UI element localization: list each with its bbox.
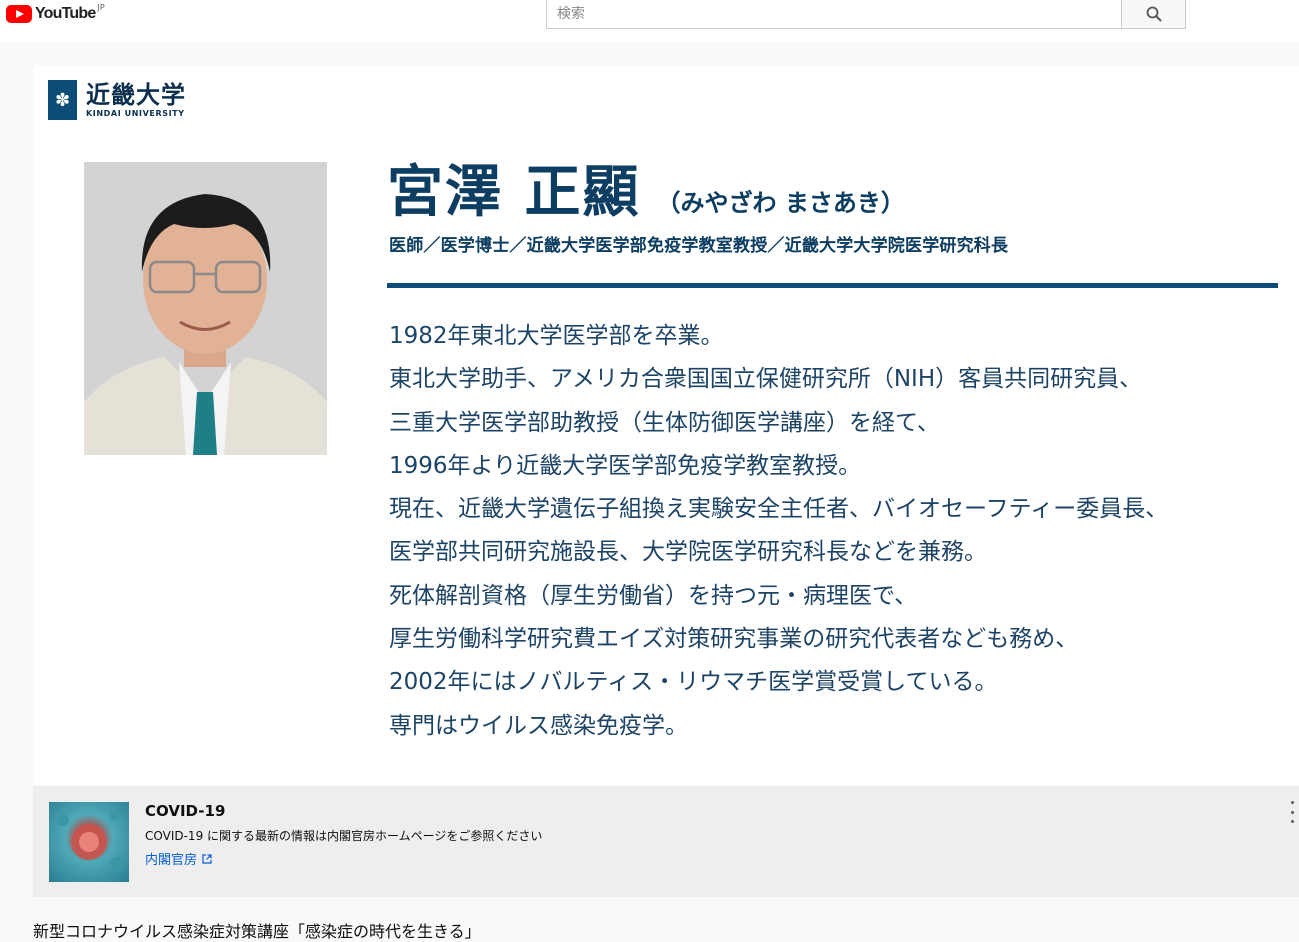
search-input[interactable] xyxy=(547,0,1121,28)
university-name-jp: 近畿大学 xyxy=(86,81,186,109)
lecturer-titles: 医師／医学博士／近畿大学医学部免疫学教室教授／近畿大学大学院医学研究科長 xyxy=(389,236,1009,256)
kindai-flower-icon: ✽ xyxy=(48,80,77,120)
external-link-icon xyxy=(202,853,212,864)
video-title: 新型コロナウイルス感染症対策講座「感染症の時代を生きる」 xyxy=(33,922,481,941)
info-link-label: 内閣官房 xyxy=(145,853,198,868)
youtube-play-icon xyxy=(6,5,32,23)
bio-line: 1982年東北大学医学部を卒業。 xyxy=(389,323,724,349)
bio-line: 東北大学助手、アメリカ合衆国国立保健研究所（NIH）客員共同研究員、 xyxy=(389,366,1143,393)
university-name-en: KINDAI UNIVERSITY xyxy=(86,109,185,118)
region-code: JP xyxy=(97,3,105,12)
lecturer-name: 宮澤 正顯 xyxy=(387,160,641,225)
lecturer-name-kana: （みやざわ まさあき） xyxy=(656,189,905,217)
bio-line: 専門はウイルス感染免疫学。 xyxy=(389,712,688,739)
bio-line: 医学部共同研究施設長、大学院医学研究科長などを兼務。 xyxy=(389,539,987,566)
lecturer-bio: 1982年東北大学医学部を卒業。 東北大学助手、アメリカ合衆国国立保健研究所（N… xyxy=(389,315,1294,748)
bio-line: 三重大学医学部助教授（生体防御医学講座）を経て、 xyxy=(389,409,940,436)
covid-info-panel: COVID-19 COVID-19 に関する最新の情報は内閣官房ホームページをご… xyxy=(33,786,1299,897)
lecturer-name-heading: 宮澤 正顯 （みやざわ まさあき） xyxy=(387,161,905,225)
bio-line: 1996年より近畿大学医学部免疫学教室教授。 xyxy=(389,452,862,479)
search-icon xyxy=(1146,6,1162,22)
search-button[interactable] xyxy=(1121,0,1186,29)
bio-line: 死体解剖資格（厚生労働省）を持つ元・病理医で、 xyxy=(389,582,918,609)
lecturer-photo xyxy=(84,162,327,455)
virus-thumbnail xyxy=(49,802,129,882)
more-options-icon[interactable] xyxy=(1288,801,1296,823)
bio-line: 現在、近畿大学遺伝子組換え実験安全主任者、バイオセーフティー委員長、 xyxy=(389,496,1169,523)
divider-rule xyxy=(387,283,1278,288)
youtube-logo[interactable]: YouTube JP xyxy=(6,3,105,23)
bio-line: 2002年にはノバルティス・リウマチ医学賞受賞している。 xyxy=(389,669,998,696)
masthead: YouTube JP xyxy=(0,0,1299,42)
cabinet-secretariat-link[interactable]: 内閣官房 xyxy=(145,849,212,868)
video-player[interactable]: ✽ 近畿大学 KINDAI UNIVERSITY 宮澤 正顯 （みやざわ まさあ… xyxy=(33,65,1299,785)
bio-line: 厚生労働科学研究費エイズ対策研究事業の研究代表者なども務め、 xyxy=(389,626,1079,653)
youtube-wordmark: YouTube xyxy=(35,5,96,22)
kindai-logo: ✽ 近畿大学 KINDAI UNIVERSITY xyxy=(48,80,186,120)
search-box xyxy=(546,0,1122,29)
info-panel-title: COVID-19 xyxy=(145,802,226,820)
info-panel-description: COVID-19 に関する最新の情報は内閣官房ホームページをご参照ください xyxy=(145,829,543,843)
